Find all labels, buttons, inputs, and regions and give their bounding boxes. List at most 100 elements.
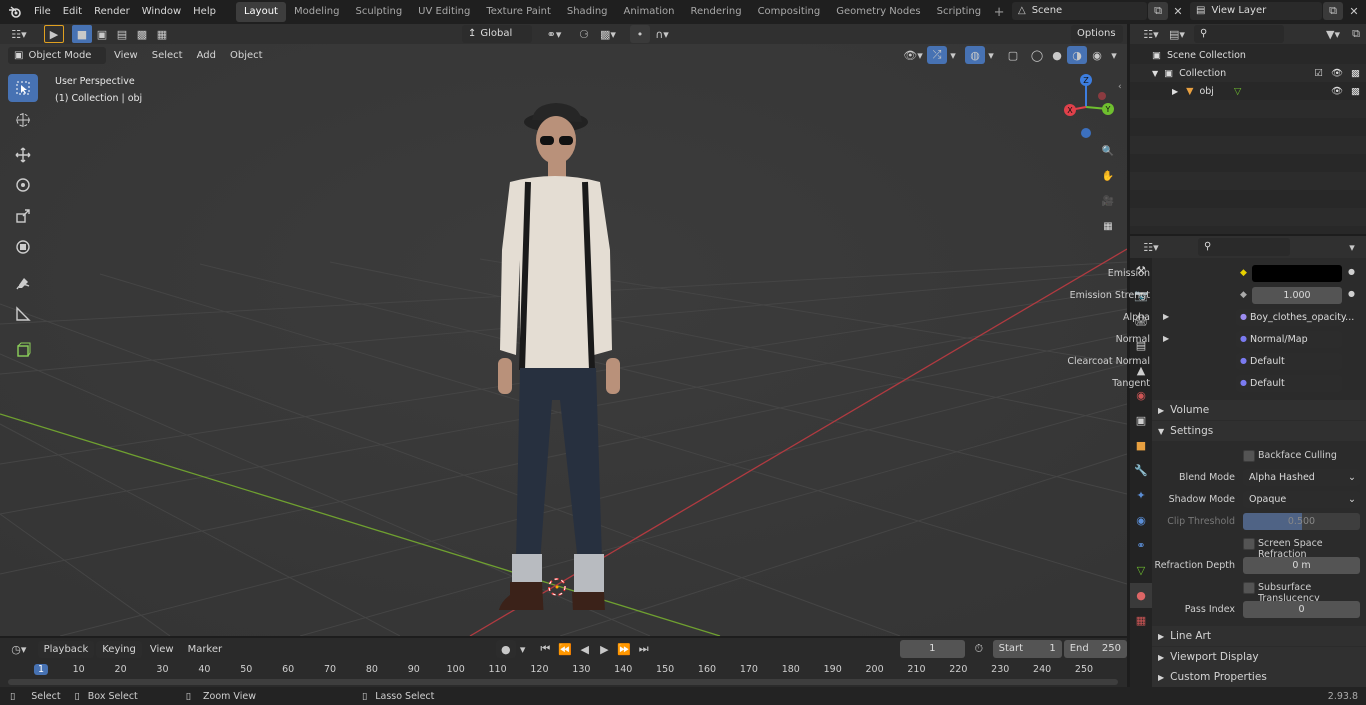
move-tool-icon[interactable] (8, 141, 38, 169)
3d-viewport[interactable] (0, 44, 1127, 636)
jump-start-icon[interactable]: ⏮ (535, 640, 555, 658)
menu-file[interactable]: File (28, 0, 57, 24)
cursor-tool-icon[interactable] (8, 106, 38, 134)
annotate-tool-icon[interactable] (8, 270, 38, 298)
options-dropdown[interactable]: Options (1071, 25, 1123, 43)
filter-icon[interactable]: ▼▾ (1320, 25, 1346, 43)
ssr-checkbox[interactable] (1243, 538, 1255, 550)
proportional-edit-icon[interactable]: • (630, 25, 650, 43)
rendered-shading-icon[interactable]: ◉ (1087, 46, 1107, 64)
falloff-icon[interactable]: ∩▾ (650, 25, 674, 43)
select-invert-icon[interactable]: ▩ (132, 25, 152, 43)
view-layer-selector[interactable]: ▤ View Layer (1190, 2, 1322, 20)
object-tab-icon[interactable]: ■ (1130, 433, 1152, 458)
play-icon[interactable]: ▶ (595, 640, 615, 658)
refraction-depth-field[interactable]: 0 m (1243, 557, 1360, 574)
normal-expand-icon[interactable]: ▶ (1163, 334, 1169, 343)
blend-mode-dropdown[interactable]: Alpha Hashed ⌄ (1243, 469, 1360, 486)
select-tool-icon[interactable]: ▶ (44, 25, 64, 43)
navigation-gizmo[interactable]: Z Y X (1058, 72, 1118, 142)
timeline-editor-type-icon[interactable]: ◷▾ (6, 640, 32, 658)
orientation-dropdown[interactable]: ↥ Global (462, 25, 532, 43)
new-view-layer-icon[interactable]: ⧉ (1323, 2, 1343, 20)
viewport-display-panel-header[interactable]: ▶ Viewport Display (1152, 647, 1366, 667)
shadow-mode-dropdown[interactable]: Opaque ⌄ (1243, 491, 1360, 508)
emission-strength-keyframe-icon[interactable]: ● (1348, 289, 1355, 298)
solid-shading-icon[interactable]: ● (1047, 46, 1067, 64)
current-frame-field[interactable]: 1 (899, 640, 965, 658)
tab-rendering[interactable]: Rendering (682, 2, 749, 22)
menu-marker[interactable]: Marker (182, 641, 229, 658)
add-workspace-icon[interactable]: + (989, 3, 1009, 21)
backface-culling-checkbox[interactable] (1243, 450, 1255, 462)
jump-keyframe-back-icon[interactable]: ⏪ (555, 640, 575, 658)
measure-tool-icon[interactable] (8, 300, 38, 328)
new-collection-icon[interactable]: ⧉ (1346, 25, 1366, 43)
keying-set-icon[interactable]: ▾ (516, 640, 530, 658)
select-box-tool-icon[interactable] (8, 74, 38, 102)
outliner-row-collection[interactable]: ▼ ▣ Collection ☑ 👁 ▩ (1130, 64, 1366, 82)
scale-tool-icon[interactable] (8, 202, 38, 230)
tangent-field[interactable]: Default (1236, 375, 1342, 392)
jump-end-icon[interactable]: ⏭ (634, 640, 654, 658)
gizmo-dropdown-icon[interactable]: ▾ (947, 46, 959, 64)
character-model[interactable] (460, 100, 660, 610)
tab-sculpting[interactable]: Sculpting (347, 2, 410, 22)
start-frame-field[interactable]: Start 1 (992, 640, 1062, 658)
play-reverse-icon[interactable]: ◀ (575, 640, 595, 658)
pass-index-field[interactable]: 0 (1243, 601, 1360, 618)
outliner-row-scene-collection[interactable]: ▣ Scene Collection (1130, 46, 1366, 64)
obj-expand-icon[interactable]: ▶ (1172, 87, 1178, 96)
preview-range-icon[interactable]: ⏱ (969, 640, 989, 658)
obj-eye-icon[interactable]: 👁 (1331, 86, 1343, 97)
tab-layout[interactable]: Layout (235, 2, 286, 22)
sidebar-toggle-icon[interactable]: ‹ (1118, 82, 1122, 92)
editor-type-icon[interactable]: ☷▾ (6, 25, 32, 43)
new-scene-icon[interactable]: ⧉ (1148, 2, 1168, 20)
menu-timeline-view[interactable]: View (144, 641, 180, 658)
tab-scripting[interactable]: Scripting (929, 2, 989, 22)
tab-geometry-nodes[interactable]: Geometry Nodes (828, 2, 928, 22)
emission-color-field[interactable] (1252, 265, 1342, 282)
overlay-toggle-icon[interactable]: ◍ (965, 46, 985, 64)
menu-help[interactable]: Help (187, 0, 222, 24)
select-subtract-icon[interactable]: ▤ (112, 25, 132, 43)
jump-keyframe-forward-icon[interactable]: ⏩ (614, 640, 634, 658)
shading-dropdown-icon[interactable]: ▾ (1107, 46, 1121, 64)
tab-animation[interactable]: Animation (616, 2, 683, 22)
collection-camera-icon[interactable]: ▩ (1351, 68, 1360, 79)
timeline-area[interactable]: 1 10 20 30 40 50 60 70 80 90 100 110 120 130 140 150 160… (0, 660, 1127, 687)
outliner-row-obj[interactable]: ▶ ▼ obj ▽ 👁 ▩ (1130, 82, 1366, 100)
overlay-dropdown-icon[interactable]: ▾ (985, 46, 997, 64)
tab-modeling[interactable]: Modeling (286, 2, 348, 22)
menu-playback[interactable]: Playback (37, 640, 95, 658)
visibility-filter-icon[interactable]: 👁▾ (899, 46, 927, 64)
clearcoat-normal-field[interactable]: Default (1236, 353, 1342, 370)
collection-checkbox-icon[interactable]: ☑ (1314, 68, 1323, 79)
snap-target-icon[interactable]: ▩▾ (594, 25, 622, 43)
menu-edit[interactable]: Edit (57, 0, 88, 24)
scene-selector[interactable]: △ Scene (1012, 2, 1147, 20)
select-extend-icon[interactable]: ▣ (92, 25, 112, 43)
properties-options-icon[interactable]: ▾ (1342, 238, 1362, 256)
select-intersect-icon[interactable]: ▦ (152, 25, 172, 43)
wireframe-shading-icon[interactable]: ◯ (1027, 46, 1047, 64)
transform-tool-icon[interactable] (8, 233, 38, 261)
snap-icon[interactable]: ⚆ (574, 25, 594, 43)
timeline-scrollbar[interactable] (8, 679, 1118, 685)
xray-icon[interactable]: ▢ (1003, 46, 1023, 64)
emission-keyframe-icon[interactable]: ● (1348, 267, 1355, 276)
alpha-link-field[interactable]: Boy_clothes_opacity... (1236, 309, 1354, 326)
record-icon[interactable]: ● (496, 640, 516, 658)
alpha-expand-icon[interactable]: ▶ (1163, 312, 1169, 321)
gizmo-toggle-icon[interactable]: ⤮ (927, 46, 947, 64)
custom-properties-panel-header[interactable]: ▶ Custom Properties (1152, 667, 1366, 687)
volume-panel-header[interactable]: ▶ Volume (1152, 400, 1366, 420)
menu-render[interactable]: Render (88, 0, 136, 24)
normal-link-field[interactable]: Normal/Map (1236, 331, 1342, 348)
menu-object[interactable]: Object (224, 47, 269, 64)
tab-compositing[interactable]: Compositing (750, 2, 829, 22)
mode-dropdown[interactable]: ▣ Object Mode (8, 46, 106, 64)
tab-uv-editing[interactable]: UV Editing (410, 2, 478, 22)
tab-shading[interactable]: Shading (559, 2, 616, 22)
